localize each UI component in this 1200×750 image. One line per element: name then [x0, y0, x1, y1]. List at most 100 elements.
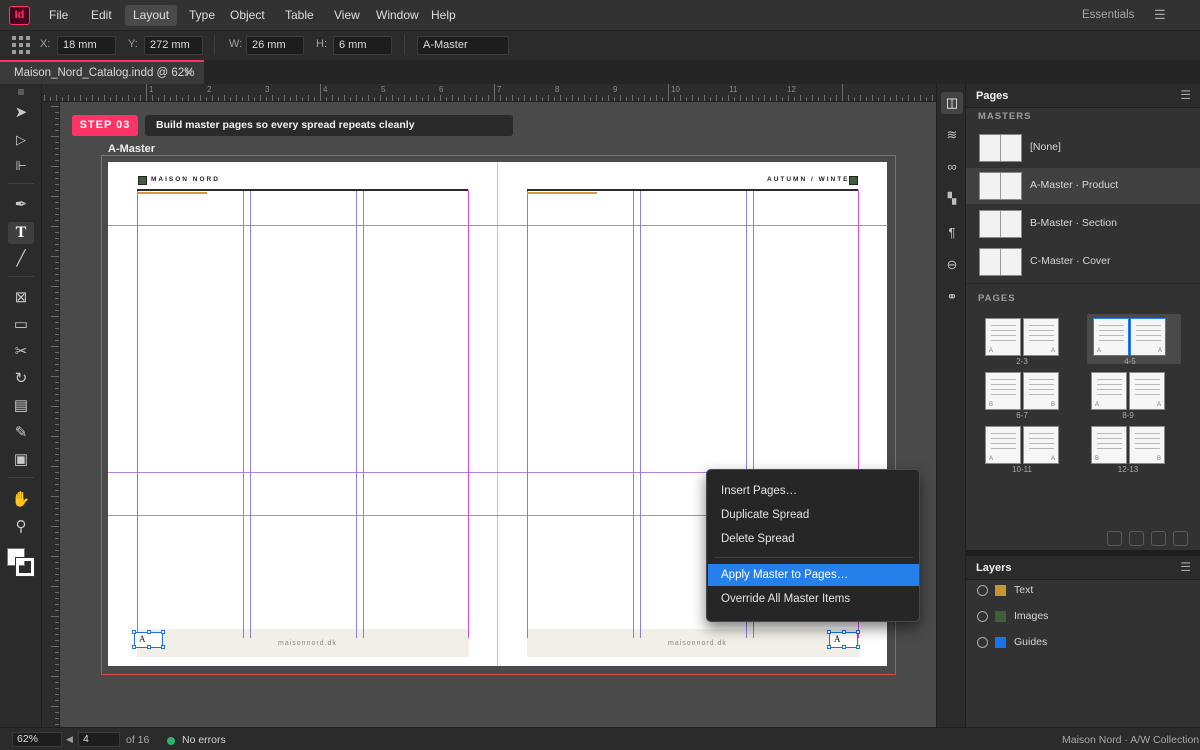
w-field[interactable]: 26 mm — [246, 36, 304, 55]
selection-tool-icon[interactable]: ➤ — [8, 102, 34, 124]
menu-view[interactable]: View — [326, 5, 368, 26]
pages-panel-icon[interactable]: ◫ — [941, 92, 963, 114]
selection-handle[interactable] — [147, 630, 151, 634]
selection-handle[interactable] — [842, 645, 846, 649]
selection-handle[interactable] — [856, 630, 860, 634]
selection-handle[interactable] — [161, 645, 165, 649]
free-transform-tool-icon[interactable]: ↻ — [8, 368, 34, 390]
menu-table[interactable]: Table — [277, 5, 322, 26]
insert-pages-item[interactable]: Insert Pages… — [708, 480, 919, 502]
spread-4-5[interactable]: A A 4-5 — [1087, 314, 1181, 366]
rectangle-tool-icon[interactable]: ▭ — [8, 314, 34, 336]
visibility-toggle[interactable] — [977, 611, 988, 622]
margin-guide — [527, 190, 528, 638]
reference-point-icon[interactable] — [12, 36, 30, 54]
close-icon[interactable]: ✕ — [183, 65, 194, 81]
folio-frame[interactable]: A — [827, 630, 860, 649]
ruler-tick — [55, 502, 59, 503]
selection-handle[interactable] — [147, 645, 151, 649]
panel-menu-icon[interactable]: ☰ — [1180, 88, 1191, 102]
menu-help[interactable]: Help — [423, 5, 464, 26]
menu-object[interactable]: Object — [222, 5, 273, 26]
h-field[interactable]: 6 mm — [333, 36, 392, 55]
gap-tool-icon[interactable]: ⊩ — [8, 155, 34, 177]
previous-page-icon[interactable]: ◀ — [66, 734, 73, 745]
stroke-swatch[interactable] — [15, 557, 35, 577]
stroke-panel-icon[interactable]: ⊖ — [941, 254, 963, 276]
page-size-button[interactable] — [1107, 531, 1122, 546]
spread-6-7[interactable]: B B 6-7 — [981, 368, 1063, 420]
visibility-toggle[interactable] — [977, 637, 988, 648]
selection-handle[interactable] — [842, 630, 846, 634]
spread-2-3[interactable]: A A 2-3 — [981, 314, 1063, 366]
spread-10-11[interactable]: A A 10-11 — [981, 422, 1063, 474]
edit-page-size-button[interactable] — [1151, 531, 1166, 546]
ruler-tick — [590, 97, 591, 101]
delete-spread-item[interactable]: Delete Spread — [708, 528, 919, 550]
layers-panel-icon[interactable]: ≋ — [941, 124, 963, 146]
pencil-tool-icon[interactable]: ✎ — [8, 422, 34, 444]
visibility-toggle[interactable] — [977, 585, 988, 596]
gradient-tool-icon[interactable]: ▤ — [8, 395, 34, 417]
selection-handle[interactable] — [132, 630, 136, 634]
rectangle-frame-tool-icon[interactable]: ⊠ — [8, 287, 34, 309]
panel-menu-icon[interactable]: ☰ — [1180, 560, 1191, 574]
pen-tool-icon[interactable]: ✒ — [8, 194, 34, 216]
layer-text[interactable]: Text — [966, 580, 1200, 602]
duplicate-spread-item[interactable]: Duplicate Spread — [708, 504, 919, 526]
menu-layout[interactable]: Layout — [125, 5, 178, 26]
pathfinder-panel-icon[interactable]: ⚭ — [941, 286, 963, 308]
selection-handle[interactable] — [827, 630, 831, 634]
master-b-section[interactable]: B-Master · Section — [966, 206, 1200, 242]
ruler-tick — [55, 280, 59, 281]
zoom-tool-icon[interactable]: ⚲ — [8, 516, 34, 538]
y-field[interactable]: 272 mm — [144, 36, 203, 55]
master-a-product[interactable]: A-Master · Product — [966, 168, 1200, 204]
left-page[interactable] — [108, 162, 497, 666]
layer-guides[interactable]: Guides — [966, 632, 1200, 654]
override-master-items-item[interactable]: Override All Master Items — [708, 588, 919, 610]
selection-handle[interactable] — [827, 645, 831, 649]
menu-window[interactable]: Window — [368, 5, 427, 26]
selection-handle[interactable] — [856, 645, 860, 649]
master-none[interactable]: [None] — [966, 130, 1200, 166]
new-page-button[interactable] — [1129, 531, 1144, 546]
type-tool-icon[interactable]: T — [8, 222, 34, 244]
selection-handle[interactable] — [161, 630, 165, 634]
ruler-tick — [55, 634, 59, 635]
scissors-tool-icon[interactable]: ✂ — [8, 341, 34, 363]
spread-12-13[interactable]: B B 12-13 — [1087, 422, 1169, 474]
apply-master-item[interactable]: Apply Master to Pages… — [708, 564, 919, 586]
swatches-panel-icon[interactable]: ▚ — [941, 188, 963, 210]
x-field[interactable]: 18 mm — [57, 36, 116, 55]
toolbar-collapse-icon[interactable]: ≡ — [8, 81, 34, 103]
hand-tool-icon[interactable]: ✋ — [8, 489, 34, 511]
zoom-field[interactable]: 62% — [12, 732, 62, 747]
menu-file[interactable]: File — [41, 5, 76, 26]
master-c-cover[interactable]: C-Master · Cover — [966, 244, 1200, 280]
selection-handle[interactable] — [132, 645, 136, 649]
ruler-tick — [110, 97, 111, 101]
ruler-tick — [728, 95, 729, 101]
line-tool-icon[interactable]: ╱ — [8, 248, 34, 270]
page-number-field[interactable]: 4 — [78, 732, 120, 747]
ruler-tick — [908, 95, 909, 101]
paragraph-panel-icon[interactable]: ¶ — [941, 222, 963, 244]
workspace-switcher[interactable]: Essentials — [1082, 9, 1134, 21]
preflight-status-icon[interactable] — [167, 737, 175, 745]
ruler-tick — [668, 84, 669, 101]
ruler-tick — [854, 97, 855, 101]
menu-edit[interactable]: Edit — [83, 5, 120, 26]
links-panel-icon[interactable]: ∞ — [941, 156, 963, 178]
spread-8-9[interactable]: A A 8-9 — [1087, 368, 1169, 420]
direct-selection-tool-icon[interactable]: ▷ — [8, 129, 34, 151]
ruler-tick — [51, 316, 59, 317]
delete-page-button[interactable] — [1173, 531, 1188, 546]
layer-images[interactable]: Images — [966, 606, 1200, 628]
note-tool-icon[interactable]: ▣ — [8, 449, 34, 471]
menu-type[interactable]: Type — [181, 5, 223, 26]
master-field[interactable]: A-Master — [417, 36, 509, 55]
preflight-status[interactable]: No errors — [182, 734, 226, 746]
hamburger-icon[interactable]: ☰ — [1154, 7, 1166, 23]
folio-frame[interactable]: A — [132, 630, 165, 649]
